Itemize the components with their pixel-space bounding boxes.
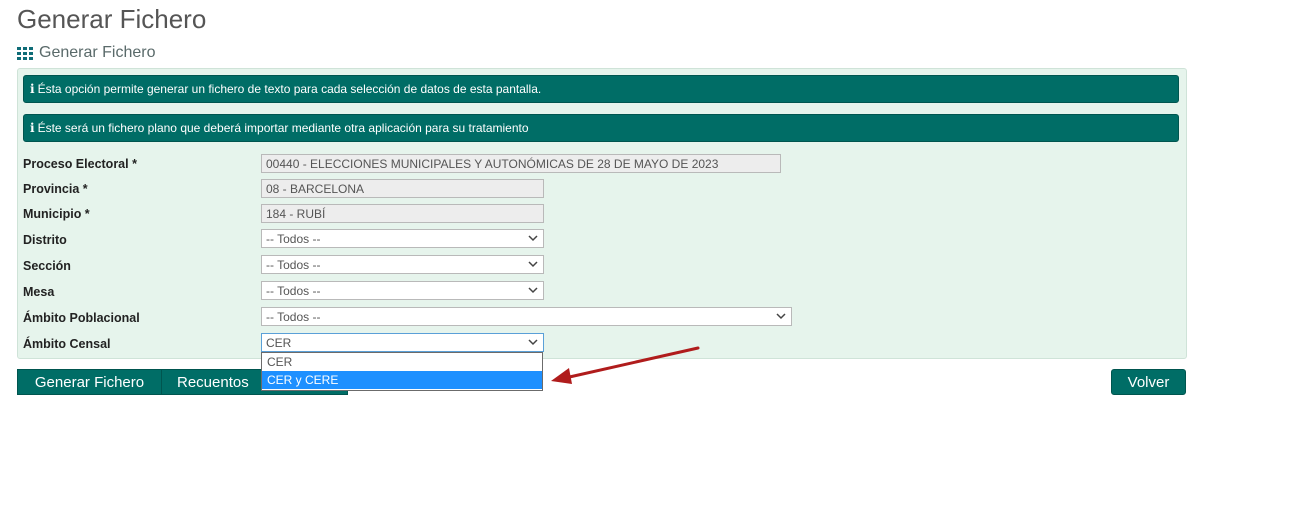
label-ambito-poblacional: Ámbito Poblacional [23,311,140,325]
chevron-down-icon [528,235,538,242]
info-icon: i [30,82,35,96]
page-title: Generar Fichero [17,4,207,34]
ambito-poblacional-select[interactable]: -- Todos -- [261,307,792,326]
mesa-value: -- Todos -- [266,283,321,298]
label-ambito-censal: Ámbito Censal [23,337,111,351]
volver-button[interactable]: Volver [1111,369,1186,395]
chevron-down-icon [528,339,538,346]
info-icon: i [30,121,35,135]
seccion-value: -- Todos -- [266,257,321,272]
municipio-field: 184 - RUBÍ [261,204,544,223]
ambito-censal-select[interactable]: CER [261,333,544,352]
info-message-1: i Ésta opción permite generar un fichero… [23,75,1179,103]
info-message-text: Éste será un fichero plano que deberá im… [37,121,529,135]
grid-icon [17,46,33,60]
info-message-2: i Éste será un fichero plano que deberá … [23,114,1179,142]
chevron-down-icon [776,313,786,320]
label-proceso-electoral: Proceso Electoral * [23,157,137,171]
provincia-field: 08 - BARCELONA [261,179,544,198]
label-distrito: Distrito [23,233,67,247]
generar-fichero-button[interactable]: Generar Fichero [17,369,162,395]
info-message-text: Ésta opción permite generar un fichero d… [37,82,542,96]
proceso-electoral-field: 00440 - ELECCIONES MUNICIPALES Y AUTONÓM… [261,154,781,173]
distrito-select[interactable]: -- Todos -- [261,229,544,248]
label-provincia: Provincia * [23,182,88,196]
mesa-select[interactable]: -- Todos -- [261,281,544,300]
annotation-arrow-icon [551,346,700,384]
section-title: Generar Fichero [39,44,156,61]
ambito-censal-value: CER [266,335,292,350]
label-seccion: Sección [23,259,71,273]
ambito-poblacional-value: -- Todos -- [266,309,321,324]
chevron-down-icon [528,261,538,268]
label-mesa: Mesa [23,285,55,299]
distrito-value: -- Todos -- [266,231,321,246]
dropdown-option-cer-y-cere[interactable]: CER y CERE [262,371,542,389]
form-panel: i Ésta opción permite generar un fichero… [17,68,1187,359]
dropdown-option-cer[interactable]: CER [262,353,542,371]
seccion-select[interactable]: -- Todos -- [261,255,544,274]
section-header: Generar Fichero [17,44,156,62]
recuentos-label: Recuentos [177,373,249,391]
ambito-censal-dropdown-list[interactable]: CER CER y CERE [261,352,543,391]
chevron-down-icon [528,287,538,294]
label-municipio: Municipio * [23,207,90,221]
